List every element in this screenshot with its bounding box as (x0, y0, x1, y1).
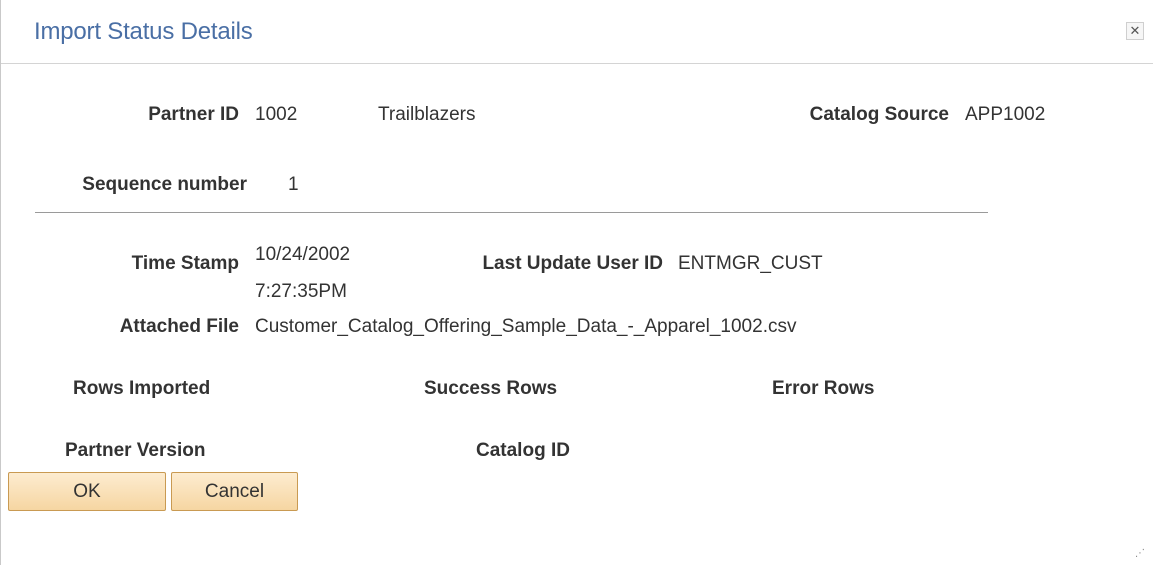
sequence-number-value: 1 (288, 174, 299, 195)
last-update-user-label: Last Update User ID (482, 253, 663, 274)
success-rows-label: Success Rows (424, 378, 558, 399)
ok-button[interactable]: OK (8, 472, 166, 511)
import-status-dialog: Import Status Details ✕ Partner ID 1002 … (0, 0, 1153, 565)
rows-imported-label: Rows Imported (73, 378, 211, 399)
partner-name: Trailblazers (378, 104, 476, 125)
partner-id-label: Partner ID (148, 104, 239, 125)
catalog-source-label: Catalog Source (809, 104, 949, 125)
catalog-source-value: APP1002 (965, 104, 1046, 125)
close-icon[interactable]: ✕ (1126, 22, 1144, 40)
cancel-button[interactable]: Cancel (171, 472, 298, 511)
partner-version-label: Partner Version (65, 440, 206, 461)
section-divider (35, 212, 988, 213)
attached-file-label: Attached File (119, 316, 239, 337)
time-stamp-date: 10/24/2002 (255, 244, 351, 265)
time-stamp-time: 7:27:35PM (255, 281, 347, 302)
last-update-user-value: ENTMGR_CUST (678, 253, 823, 274)
time-stamp-label: Time Stamp (131, 253, 239, 274)
resize-grip-icon[interactable]: ⋰ (1135, 549, 1145, 559)
catalog-id-label: Catalog ID (476, 440, 570, 461)
attached-file-value: Customer_Catalog_Offering_Sample_Data_-_… (255, 316, 797, 337)
dialog-titlebar: Import Status Details ✕ (1, 0, 1153, 64)
partner-id-value: 1002 (255, 104, 298, 125)
error-rows-label: Error Rows (772, 378, 875, 399)
dialog-title: Import Status Details (34, 18, 253, 45)
sequence-number-label: Sequence number (82, 174, 247, 195)
